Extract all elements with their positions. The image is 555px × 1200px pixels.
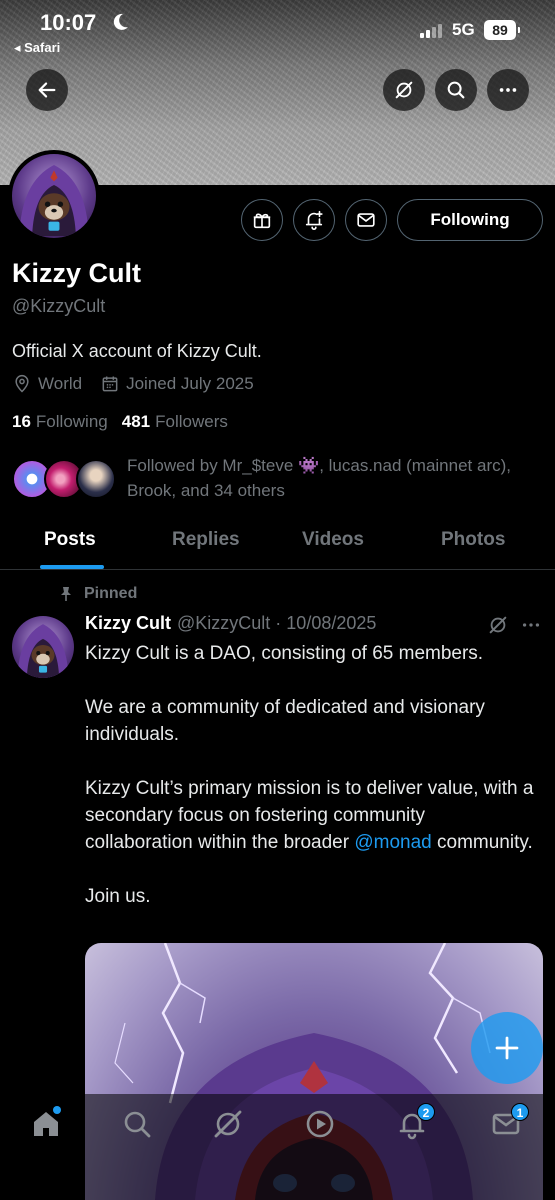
- bottom-navigation: 2 1: [0, 1094, 555, 1200]
- pin-icon: [61, 587, 71, 601]
- following-count: 16: [12, 412, 31, 431]
- notifications-badge: 2: [417, 1103, 435, 1121]
- nav-home[interactable]: [30, 1106, 62, 1140]
- profile-meta: World Joined July 2025: [12, 374, 272, 394]
- followers-label: Followers: [155, 412, 228, 431]
- nav-video[interactable]: [304, 1108, 336, 1140]
- network-label: 5G: [452, 20, 475, 39]
- back-button[interactable]: [26, 69, 68, 111]
- play-circle-icon: [306, 1110, 334, 1138]
- joined-text: Joined July 2025: [126, 374, 254, 393]
- grok-button[interactable]: [383, 69, 425, 111]
- battery-icon: 89: [484, 20, 520, 40]
- joined-item: Joined July 2025: [100, 374, 254, 394]
- envelope-icon: [357, 213, 375, 227]
- more-button[interactable]: [487, 69, 529, 111]
- follow-counts: 16 Following 481 Followers: [12, 412, 242, 432]
- search-icon: [124, 1111, 151, 1138]
- grok-icon: [214, 1110, 242, 1138]
- messages-badge: 1: [511, 1103, 529, 1121]
- location-item: World: [12, 374, 82, 394]
- calendar-icon: [102, 376, 118, 392]
- pinned-label: Pinned: [58, 585, 137, 603]
- nav-grok[interactable]: [212, 1108, 244, 1140]
- post-text-segment: community.: [431, 832, 533, 853]
- tab-photos[interactable]: Photos: [441, 529, 505, 551]
- following-button[interactable]: Following: [397, 199, 543, 241]
- moon-icon: [113, 13, 128, 30]
- pinned-text: Pinned: [84, 585, 138, 602]
- followers-count-link[interactable]: 481 Followers: [122, 412, 228, 432]
- following-label: Following: [35, 412, 108, 431]
- message-button[interactable]: [345, 199, 387, 241]
- post-paragraph: We are a community of dedicated and visi…: [85, 697, 485, 745]
- post-paragraph: Kizzy Cult is a DAO, consisting of 65 me…: [85, 643, 484, 664]
- back-to-safari[interactable]: ◂ Safari: [14, 40, 60, 56]
- plus-icon: [495, 1036, 519, 1060]
- arrow-left-icon: [38, 82, 56, 98]
- nav-notifications[interactable]: 2: [396, 1103, 435, 1140]
- post-author-name[interactable]: Kizzy Cult: [85, 613, 171, 633]
- followers-count: 481: [121, 412, 151, 431]
- more-icon: [499, 88, 517, 92]
- profile-name: Kizzy Cult: [12, 258, 142, 288]
- follower-avatar: [76, 459, 116, 499]
- post-paragraph: Join us.: [85, 886, 151, 907]
- tab-videos[interactable]: Videos: [302, 529, 364, 551]
- hooded-mascot-image: [17, 624, 69, 678]
- grok-icon: [395, 81, 413, 99]
- status-bar: 10:07 ◂ Safari 5G 89: [0, 0, 555, 60]
- post-text: Kizzy Cult is a DAO, consisting of 65 me…: [85, 640, 535, 937]
- hooded-mascot-image: [19, 164, 89, 237]
- post-handle-date[interactable]: @KizzyCult · 10/08/2025: [177, 613, 376, 633]
- profile-avatar[interactable]: [8, 150, 100, 242]
- mention-link[interactable]: @monad: [354, 832, 431, 853]
- gift-icon: [253, 213, 271, 229]
- notify-button[interactable]: [293, 199, 335, 241]
- followed-by[interactable]: Followed by Mr_$teve 👾, lucas.nad (mainn…: [12, 453, 542, 505]
- followed-by-text: Followed by Mr_$teve 👾, lucas.nad (mainn…: [127, 456, 511, 500]
- profile-bio: Official X account of Kizzy Cult.: [12, 341, 262, 361]
- search-button[interactable]: [435, 69, 477, 111]
- post-paragraph: Kizzy Cult’s primary mission is to deliv…: [85, 775, 535, 856]
- location-pin-icon: [15, 374, 29, 393]
- grok-icon[interactable]: [487, 614, 509, 636]
- status-time: 10:07: [40, 10, 97, 35]
- home-notification-dot: [53, 1106, 61, 1114]
- signal-icon: [420, 22, 442, 38]
- location-text: World: [38, 374, 83, 393]
- active-tab-indicator: [40, 565, 104, 569]
- gift-button[interactable]: [241, 199, 283, 241]
- post-more-icon[interactable]: [520, 614, 542, 636]
- nav-messages[interactable]: 1: [490, 1103, 529, 1140]
- nav-search[interactable]: [121, 1108, 153, 1140]
- compose-post-button[interactable]: [471, 1012, 543, 1084]
- bell-plus-icon: [305, 210, 323, 230]
- search-icon: [447, 81, 465, 99]
- tab-posts[interactable]: Posts: [44, 529, 96, 551]
- tab-replies[interactable]: Replies: [172, 529, 240, 551]
- post-author-avatar[interactable]: [12, 616, 74, 678]
- post-header: Kizzy Cult @KizzyCult · 10/08/2025: [85, 613, 376, 634]
- profile-handle: @KizzyCult: [12, 296, 106, 316]
- following-count-link[interactable]: 16 Following: [12, 412, 108, 432]
- profile-tabs: Posts Replies Videos Photos: [0, 520, 555, 570]
